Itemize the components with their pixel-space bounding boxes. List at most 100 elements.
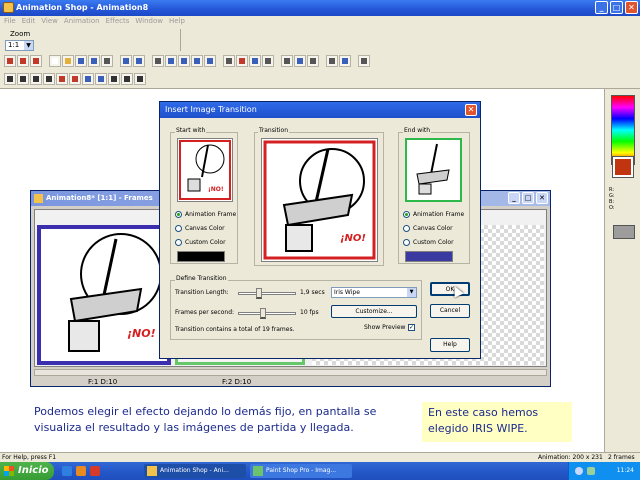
transition-summary: Transition contains a total of 19 frames… <box>175 326 295 333</box>
menu-effects[interactable]: Effects <box>106 16 130 27</box>
dialog-close-button[interactable]: ✕ <box>465 104 477 116</box>
start-option-animation-frame[interactable]: Animation Frame <box>175 211 236 218</box>
start-canvas-color-radio[interactable] <box>175 225 182 232</box>
start-option-custom-color[interactable]: Custom Color <box>175 239 226 246</box>
frame-view-icon[interactable] <box>307 55 319 67</box>
frame-1-thumbnail[interactable]: ¡NO! <box>37 225 171 365</box>
frame-properties-icon[interactable] <box>281 55 293 67</box>
banner-wizard-icon[interactable] <box>17 55 29 67</box>
menu-file[interactable]: File <box>4 16 16 27</box>
help-pointer-icon[interactable] <box>358 55 370 67</box>
foreground-color-swatch[interactable] <box>612 156 634 178</box>
minimize-button[interactable]: _ <box>595 1 608 14</box>
frames-minimize-button[interactable]: _ <box>508 192 520 204</box>
optimize-icon[interactable] <box>30 55 42 67</box>
maximize-button[interactable]: □ <box>610 1 623 14</box>
menu-animation[interactable]: Animation <box>64 16 100 27</box>
cancel-button[interactable]: Cancel <box>430 304 470 318</box>
view-animation-icon[interactable] <box>294 55 306 67</box>
end-custom-color-swatch[interactable] <box>405 251 453 262</box>
frames-close-button[interactable]: ✕ <box>536 192 548 204</box>
save-as-icon[interactable] <box>88 55 100 67</box>
end-option-custom-color[interactable]: Custom Color <box>403 239 454 246</box>
quicklaunch-ie-icon[interactable] <box>62 466 72 476</box>
define-transition-label: Define Transition <box>175 275 228 282</box>
status-bar: For Help, press F1 Animation: 200 x 231 … <box>0 452 640 462</box>
quicklaunch-media-icon[interactable] <box>90 466 100 476</box>
dropper-icon[interactable] <box>56 73 68 85</box>
wizard-icon[interactable] <box>4 55 16 67</box>
background-color-swatch[interactable] <box>613 225 635 239</box>
close-button[interactable]: ✕ <box>625 1 638 14</box>
fps-slider[interactable] <box>238 312 296 315</box>
color-spectrum[interactable] <box>611 95 635 165</box>
task-label: Animation Shop - Ani... <box>160 467 229 474</box>
copy-icon[interactable] <box>165 55 177 67</box>
zoom-tool-icon[interactable] <box>17 73 29 85</box>
animation-shop-task-icon <box>147 466 157 476</box>
open-folder-icon[interactable] <box>62 55 74 67</box>
line-tool-icon[interactable] <box>121 73 133 85</box>
end-animation-frame-radio[interactable] <box>403 211 410 218</box>
frame-1-label: F:1 D:10 <box>88 378 118 386</box>
frame-2-label: F:2 D:10 <box>222 378 252 386</box>
end-option-animation-frame[interactable]: Animation Frame <box>403 211 464 218</box>
start-option-canvas-color[interactable]: Canvas Color <box>175 225 225 232</box>
fps-label: Frames per second: <box>175 309 235 316</box>
menu-help[interactable]: Help <box>169 16 185 27</box>
frames-window-title: Animation8* [1:1] - Frames <box>46 194 153 202</box>
transition-preview-illustration: ¡NO! <box>263 140 376 260</box>
fill-icon[interactable] <box>95 73 107 85</box>
redo-icon[interactable] <box>133 55 145 67</box>
start-custom-color-radio[interactable] <box>175 239 182 246</box>
task-paint-shop-pro[interactable]: Paint Shop Pro - Imag... <box>250 464 352 478</box>
frames-maximize-button[interactable]: □ <box>522 192 534 204</box>
customize-button[interactable]: Customize... <box>331 305 417 318</box>
help-button[interactable]: Help <box>430 338 470 352</box>
text-effect-icon[interactable] <box>262 55 274 67</box>
paintbrush-icon[interactable] <box>69 73 81 85</box>
paste-frame-icon[interactable] <box>191 55 203 67</box>
app-title: Animation Shop - Animation8 <box>16 3 149 12</box>
paste-before-icon[interactable] <box>204 55 216 67</box>
text-tool-icon[interactable] <box>108 73 120 85</box>
shape-tool-icon[interactable] <box>134 73 146 85</box>
pointer-icon[interactable] <box>4 73 16 85</box>
transition-icon[interactable] <box>236 55 248 67</box>
undo-icon[interactable] <box>120 55 132 67</box>
start-button[interactable]: Inicio <box>0 462 54 480</box>
resize-icon[interactable] <box>339 55 351 67</box>
save-icon[interactable] <box>75 55 87 67</box>
cut-icon[interactable] <box>152 55 164 67</box>
start-label: Inicio <box>18 465 49 476</box>
crop-icon[interactable] <box>326 55 338 67</box>
insert-frames-icon[interactable] <box>223 55 235 67</box>
mover-icon[interactable] <box>30 73 42 85</box>
new-file-icon[interactable] <box>49 55 61 67</box>
menu-window[interactable]: Window <box>135 16 163 27</box>
effect-icon[interactable] <box>249 55 261 67</box>
menu-edit[interactable]: Edit <box>22 16 36 27</box>
zoom-select[interactable]: 1:1 ▼ <box>5 40 34 51</box>
menu-view[interactable]: View <box>41 16 58 27</box>
frames-scrollbar[interactable] <box>34 369 547 376</box>
end-option-canvas-color[interactable]: Canvas Color <box>403 225 453 232</box>
crop-tool-icon[interactable] <box>43 73 55 85</box>
end-custom-color-radio[interactable] <box>403 239 410 246</box>
show-preview-checkbox[interactable]: ✓ <box>408 324 415 331</box>
end-canvas-color-radio[interactable] <box>403 225 410 232</box>
task-animation-shop[interactable]: Animation Shop - Ani... <box>144 464 246 478</box>
network-icon[interactable] <box>575 467 583 475</box>
print-icon[interactable] <box>101 55 113 67</box>
transition-length-slider[interactable] <box>238 292 296 295</box>
start-animation-frame-radio[interactable] <box>175 211 182 218</box>
security-icon[interactable] <box>587 467 595 475</box>
effect-select[interactable]: Iris Wipe ▼ <box>331 287 417 298</box>
eraser-icon[interactable] <box>82 73 94 85</box>
transition-length-thumb[interactable] <box>256 288 262 299</box>
caption-left: Podemos elegir el efecto dejando lo demá… <box>34 405 377 434</box>
fps-thumb[interactable] <box>260 308 266 319</box>
paste-icon[interactable] <box>178 55 190 67</box>
start-custom-color-swatch[interactable] <box>177 251 225 262</box>
quicklaunch-firefox-icon[interactable] <box>76 466 86 476</box>
